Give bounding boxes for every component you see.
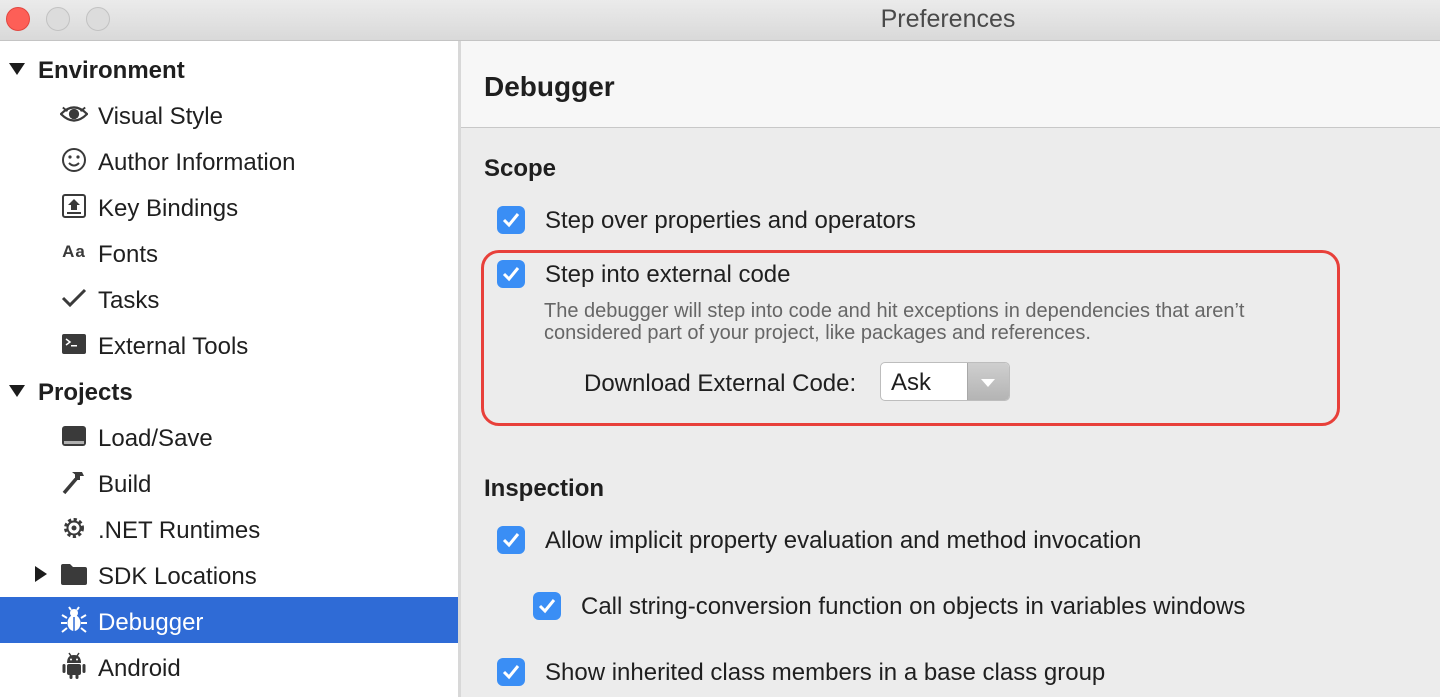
checkbox-label: Show inherited class members in a base c… bbox=[545, 659, 1106, 686]
section-label: Projects bbox=[38, 379, 133, 406]
sidebar-item-label: SDK Locations bbox=[98, 563, 257, 590]
sidebar-item-label: Debugger bbox=[98, 609, 204, 636]
sidebar-item-net-runtimes[interactable]: .NET Runtimes bbox=[0, 505, 458, 551]
window-title: Preferences bbox=[880, 5, 1016, 33]
step-over-checkbox[interactable] bbox=[497, 206, 525, 234]
sidebar-item-debugger[interactable]: Debugger bbox=[0, 597, 458, 643]
download-external-code-select[interactable]: Ask bbox=[880, 362, 1010, 401]
show-inherited-checkbox[interactable] bbox=[497, 658, 525, 686]
section-projects[interactable]: Projects bbox=[0, 367, 458, 413]
checkbox-label: Allow implicit property evaluation and m… bbox=[545, 527, 1142, 554]
bug-icon bbox=[60, 606, 88, 634]
panel-header: Debugger bbox=[461, 41, 1440, 128]
drive-icon bbox=[60, 422, 88, 450]
font-aa-icon: Aa bbox=[62, 242, 86, 261]
checkbox-label: Call string-conversion function on objec… bbox=[581, 593, 1246, 620]
sidebar-item-label: Tasks bbox=[98, 287, 160, 314]
chevron-down-icon bbox=[981, 379, 995, 387]
sidebar-item-label: Android bbox=[98, 655, 181, 682]
checkbox-label: Step over properties and operators bbox=[545, 207, 916, 234]
call-string-checkbox[interactable] bbox=[533, 592, 561, 620]
inspection-heading: Inspection bbox=[484, 475, 605, 502]
sidebar: Environment Visual Style Author Informat… bbox=[0, 41, 459, 697]
sidebar-item-load-save[interactable]: Load/Save bbox=[0, 413, 458, 459]
folder-icon bbox=[60, 560, 88, 588]
preferences-panel: Debugger Scope Step over properties and … bbox=[461, 41, 1440, 697]
scope-heading: Scope bbox=[484, 155, 557, 182]
key-upload-icon bbox=[60, 192, 88, 220]
section-environment[interactable]: Environment bbox=[0, 45, 458, 91]
minimize-window-button[interactable] bbox=[46, 7, 70, 31]
checkmark-icon bbox=[60, 284, 88, 312]
sidebar-item-author-information[interactable]: Author Information bbox=[0, 137, 458, 183]
sidebar-item-external-tools[interactable]: External Tools bbox=[0, 321, 458, 367]
eye-icon bbox=[60, 100, 88, 128]
download-external-code-label: Download External Code: bbox=[584, 370, 857, 397]
sidebar-item-label: Key Bindings bbox=[98, 195, 239, 222]
checkbox-label: Step into external code bbox=[545, 261, 791, 288]
sidebar-item-tasks[interactable]: Tasks bbox=[0, 275, 458, 321]
description-line: The debugger will step into code and hit… bbox=[544, 300, 1245, 322]
sidebar-item-label: Fonts bbox=[98, 241, 159, 268]
smiley-icon bbox=[60, 146, 88, 174]
description-line: considered part of your project, like pa… bbox=[544, 322, 1091, 344]
sidebar-item-sdk-locations[interactable]: SDK Locations bbox=[0, 551, 458, 597]
sidebar-item-android[interactable]: Android bbox=[0, 643, 458, 689]
sidebar-item-label: Build bbox=[98, 471, 152, 498]
step-into-checkbox[interactable] bbox=[497, 260, 525, 288]
close-window-button[interactable] bbox=[6, 7, 30, 31]
sidebar-item-label: Author Information bbox=[98, 149, 296, 176]
hammer-icon bbox=[60, 468, 88, 496]
sidebar-item-label: External Tools bbox=[98, 333, 249, 360]
sidebar-item-visual-style[interactable]: Visual Style bbox=[0, 91, 458, 137]
page-title: Debugger bbox=[484, 71, 615, 102]
dropdown-button[interactable] bbox=[967, 363, 1009, 400]
disclosure-collapsed-icon[interactable] bbox=[35, 566, 47, 582]
terminal-icon bbox=[60, 330, 88, 358]
allow-implicit-checkbox[interactable] bbox=[497, 526, 525, 554]
gear-icon bbox=[60, 514, 88, 542]
sidebar-item-label: .NET Runtimes bbox=[98, 517, 261, 544]
title-bar: Preferences bbox=[0, 0, 1440, 41]
android-icon bbox=[60, 652, 88, 680]
disclosure-expanded-icon[interactable] bbox=[9, 385, 25, 397]
sidebar-item-label: Visual Style bbox=[98, 103, 223, 130]
sidebar-item-key-bindings[interactable]: Key Bindings bbox=[0, 183, 458, 229]
sidebar-item-build[interactable]: Build bbox=[0, 459, 458, 505]
step-into-description: The debugger will step into code and hit… bbox=[544, 300, 1344, 344]
disclosure-expanded-icon[interactable] bbox=[9, 63, 25, 75]
dropdown-value: Ask bbox=[891, 369, 932, 396]
sidebar-item-label: Load/Save bbox=[98, 425, 213, 452]
sidebar-item-fonts[interactable]: Aa Fonts bbox=[0, 229, 458, 275]
zoom-window-button[interactable] bbox=[86, 7, 110, 31]
section-label: Environment bbox=[38, 57, 185, 84]
